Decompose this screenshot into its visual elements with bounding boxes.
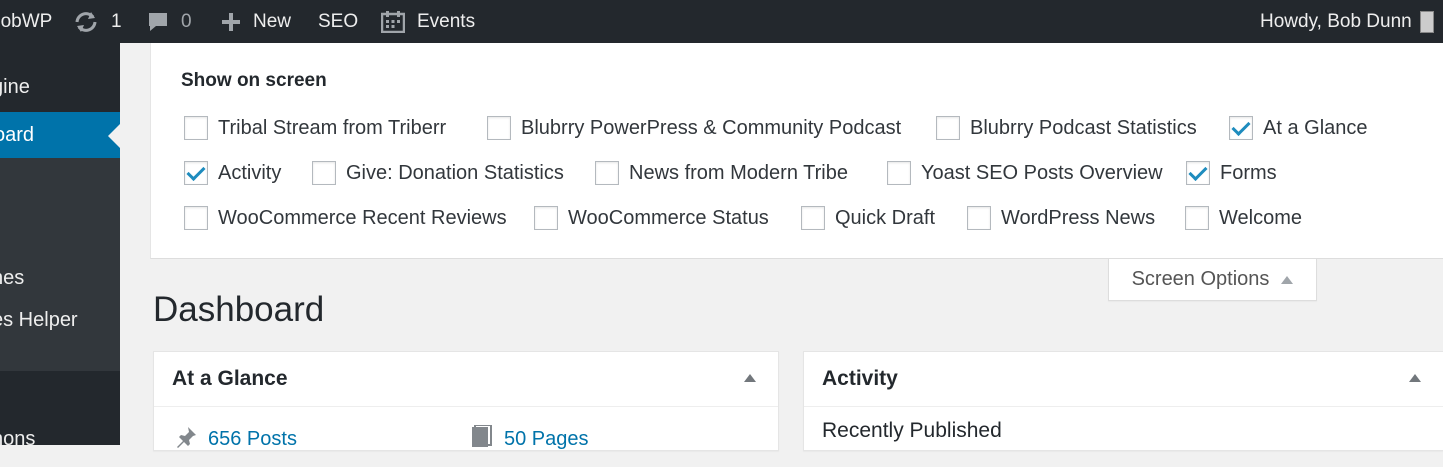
plus-icon [221, 12, 241, 32]
my-account-link[interactable]: Howdy, Bob Dunn [1260, 0, 1434, 43]
pages-count: 50 Pages [504, 428, 589, 450]
option-woo-status[interactable]: WooCommerce Status [534, 206, 769, 230]
widget-title: At a Glance [172, 367, 288, 390]
at-a-glance-widget: At a Glance 656 Posts 50 Pages [153, 351, 779, 451]
option-label: Activity [218, 161, 282, 184]
new-label: New [253, 10, 292, 32]
option-quick-draft[interactable]: Quick Draft [801, 206, 935, 230]
calendar-icon [381, 10, 405, 33]
widget-title: Activity [822, 367, 898, 390]
updates-link[interactable]: 1 [73, 0, 122, 43]
widget-header[interactable]: At a Glance [154, 352, 778, 407]
pin-icon [174, 425, 198, 454]
comments-link[interactable]: 0 [147, 0, 192, 43]
option-give-donation[interactable]: Give: Donation Statistics [312, 161, 564, 185]
option-label: Tribal Stream from Triberr [218, 116, 447, 139]
collapse-toggle-icon[interactable] [1409, 374, 1421, 382]
option-label: WooCommerce Status [568, 206, 769, 229]
recently-published-heading: Recently Published [822, 419, 1002, 442]
option-label: Blubrry Podcast Statistics [970, 116, 1197, 139]
option-label: WooCommerce Recent Reviews [218, 206, 507, 229]
sidebar-item-themes[interactable]: nes [0, 256, 120, 300]
option-label: Quick Draft [835, 206, 936, 229]
checkbox[interactable] [595, 161, 619, 185]
option-at-a-glance[interactable]: At a Glance [1229, 116, 1368, 140]
collapse-toggle-icon[interactable] [744, 374, 756, 382]
sidebar-item-label: gine [0, 75, 30, 98]
site-name-link[interactable]: bobWP [0, 0, 52, 43]
screen-options-toggle-button[interactable]: Screen Options [1108, 259, 1317, 301]
comments-count: 0 [181, 10, 192, 32]
option-label: Give: Donation Statistics [346, 161, 564, 184]
option-blubrry-statistics[interactable]: Blubrry Podcast Statistics [936, 116, 1197, 140]
option-forms[interactable]: Forms [1186, 161, 1277, 185]
option-label: Forms [1220, 161, 1277, 184]
option-activity[interactable]: Activity [184, 161, 281, 185]
screen-options-panel: Show on screen Tribal Stream from Triber… [150, 43, 1443, 259]
pages-icon [470, 424, 492, 454]
option-yoast-seo[interactable]: Yoast SEO Posts Overview [887, 161, 1163, 185]
option-label: WordPress News [1001, 206, 1156, 229]
seo-menu-link[interactable]: SEO [318, 0, 358, 43]
option-wordpress-news[interactable]: WordPress News [967, 206, 1155, 230]
checkbox[interactable] [936, 116, 960, 140]
checkbox-checked[interactable] [184, 161, 208, 185]
sidebar-item-addons[interactable]: nons [0, 428, 120, 445]
pages-count-link[interactable]: 50 Pages [470, 424, 589, 454]
option-label: At a Glance [1263, 116, 1368, 139]
posts-count: 656 Posts [208, 428, 297, 450]
caret-up-icon [1281, 275, 1294, 284]
sidebar-item-label: nons [0, 428, 36, 445]
admin-sidebar: gine oard nes es Helper nons [0, 43, 120, 445]
option-modern-tribe-news[interactable]: News from Modern Tribe [595, 161, 848, 185]
checkbox[interactable] [487, 116, 511, 140]
updates-count: 1 [111, 10, 122, 32]
sidebar-item-label: oard [0, 123, 35, 146]
show-on-screen-heading: Show on screen [181, 70, 327, 91]
sidebar-item-dashboard[interactable]: oard [0, 112, 120, 158]
checkbox[interactable] [534, 206, 558, 230]
checkbox[interactable] [312, 161, 336, 185]
checkbox-checked[interactable] [1186, 161, 1210, 185]
checkbox[interactable] [184, 116, 208, 140]
updates-icon [73, 11, 99, 33]
current-menu-arrow [108, 124, 120, 148]
avatar [1419, 10, 1434, 33]
admin-bar: bobWP 1 0 New SEO Events Howdy, Bob Dunn [0, 0, 1443, 43]
sidebar-item-engine[interactable]: gine [0, 64, 120, 110]
checkbox[interactable] [887, 161, 911, 185]
howdy-text: Howdy, Bob Dunn [1260, 10, 1412, 32]
checkbox[interactable] [967, 206, 991, 230]
checkbox[interactable] [184, 206, 208, 230]
option-blubrry-powerpress[interactable]: Blubrry PowerPress & Community Podcast [487, 116, 901, 140]
events-menu-link[interactable]: Events [381, 0, 475, 43]
checkbox[interactable] [1185, 206, 1209, 230]
option-label: Welcome [1219, 206, 1302, 229]
option-welcome[interactable]: Welcome [1185, 206, 1302, 230]
events-label: Events [417, 10, 476, 32]
option-tribal-stream[interactable]: Tribal Stream from Triberr [184, 116, 446, 140]
option-woo-reviews[interactable]: WooCommerce Recent Reviews [184, 206, 507, 230]
posts-count-link[interactable]: 656 Posts [174, 425, 297, 454]
widget-header[interactable]: Activity [804, 352, 1443, 407]
new-content-link[interactable]: New [221, 0, 291, 43]
page-title: Dashboard [153, 290, 325, 329]
option-label: Blubrry PowerPress & Community Podcast [521, 116, 902, 139]
sidebar-item-label: es Helper [0, 308, 78, 331]
screen-options-label: Screen Options [1131, 268, 1270, 290]
option-label: News from Modern Tribe [629, 161, 848, 184]
option-label: Yoast SEO Posts Overview [921, 161, 1163, 184]
checkbox-checked[interactable] [1229, 116, 1253, 140]
checkbox[interactable] [801, 206, 825, 230]
sidebar-item-label: nes [0, 266, 25, 289]
comment-icon [147, 11, 169, 33]
sidebar-item-themes-helper[interactable]: es Helper [0, 298, 120, 342]
activity-widget: Activity Recently Published [803, 351, 1443, 451]
